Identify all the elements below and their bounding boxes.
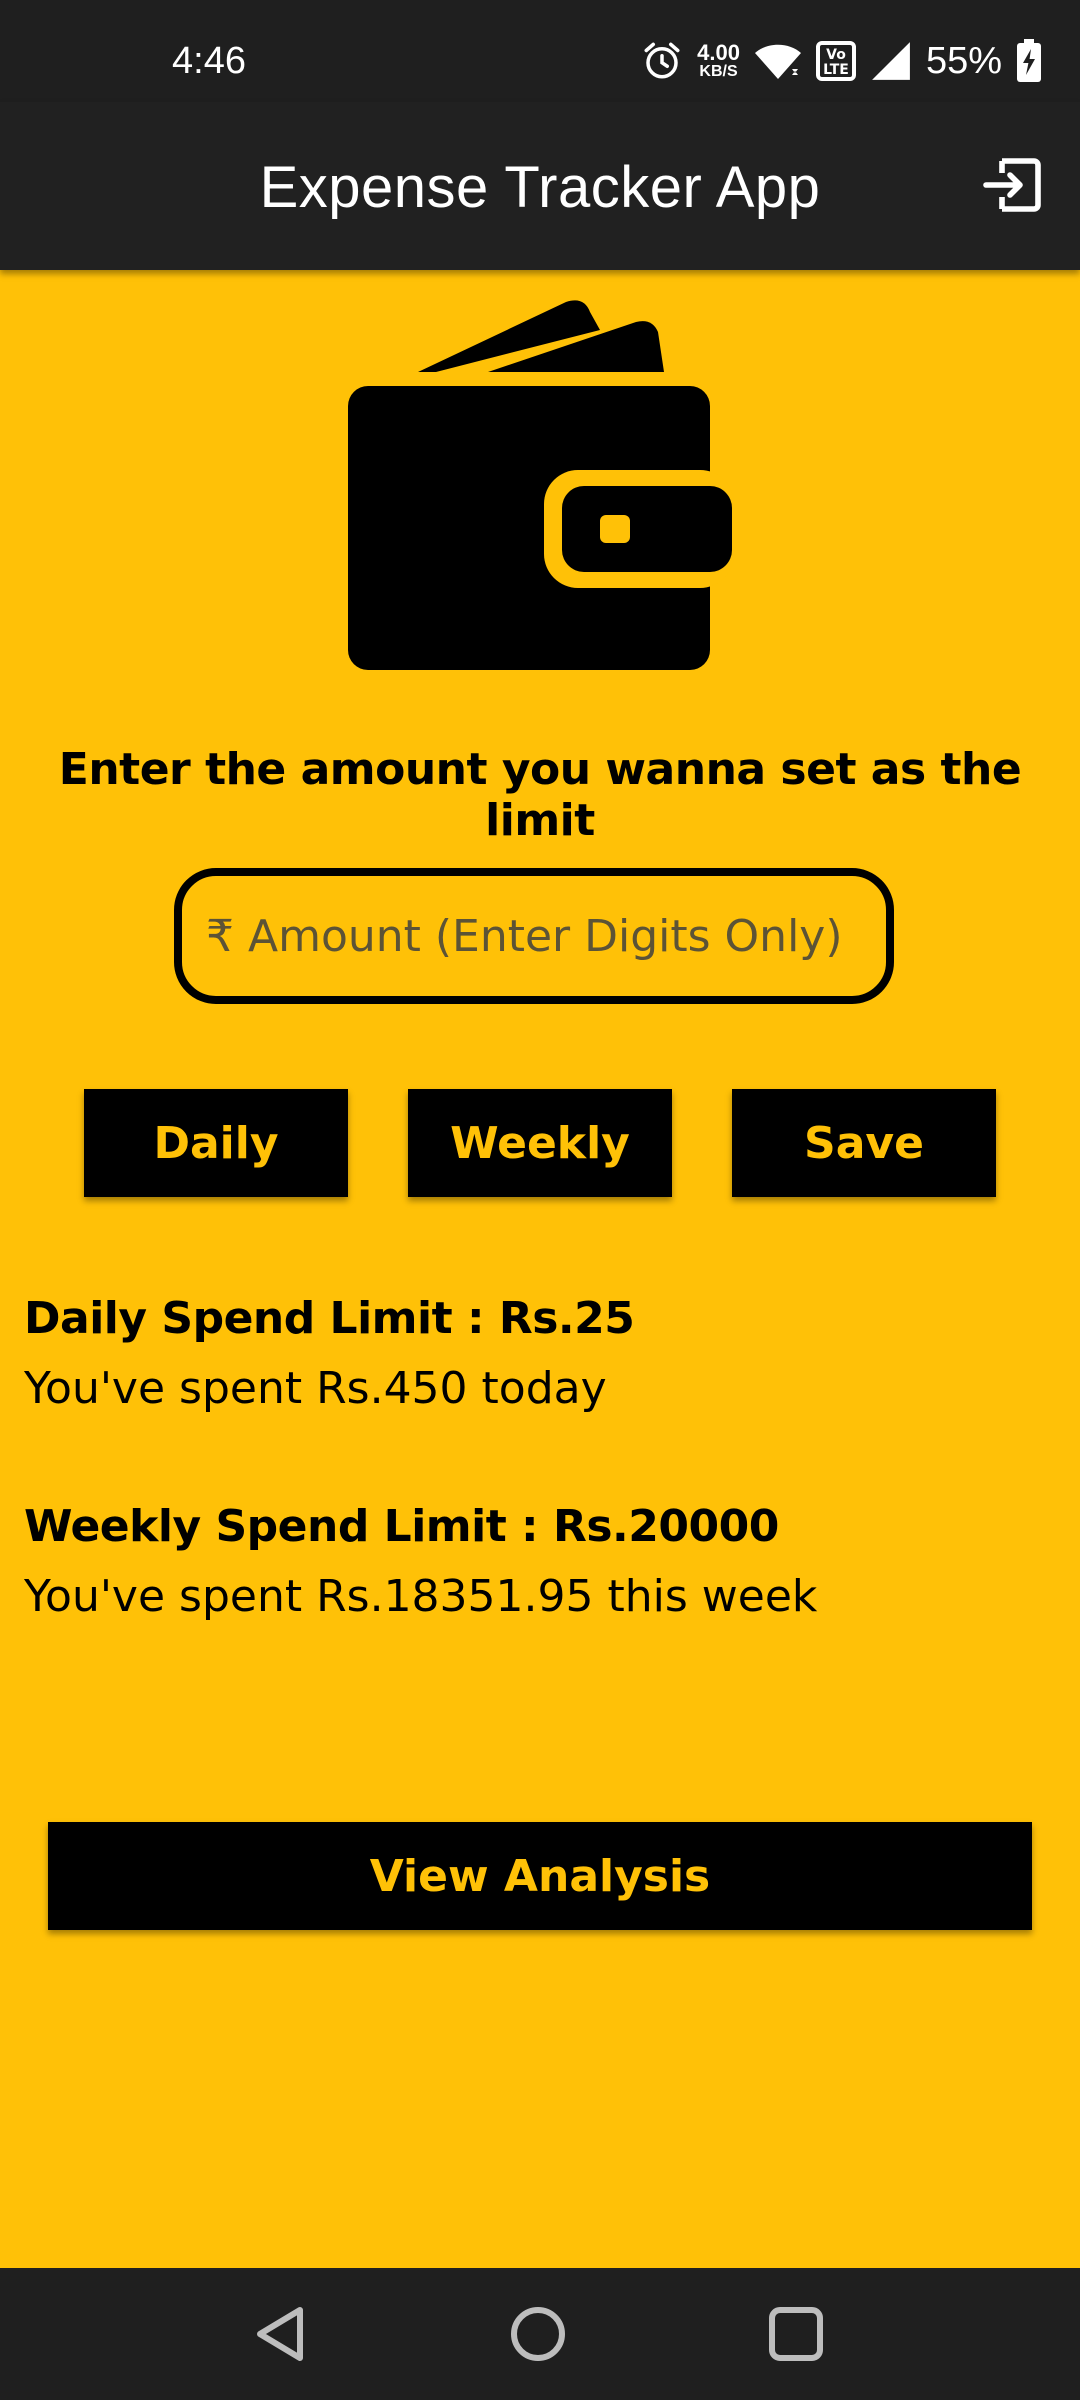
amount-input[interactable] <box>174 868 894 1004</box>
recents-icon[interactable] <box>764 2302 828 2366</box>
daily-button[interactable]: Daily <box>84 1089 348 1197</box>
logout-icon[interactable] <box>982 156 1042 214</box>
wifi-icon <box>754 44 801 79</box>
wallet-icon <box>348 300 734 670</box>
weekly-limit-section: Weekly Spend Limit : Rs.20000 You've spe… <box>24 1492 817 1632</box>
network-speed: 4.00 KB/S <box>697 42 740 80</box>
limit-prompt: Enter the amount you wanna set as the li… <box>58 744 1022 846</box>
weekly-spent-text: You've spent Rs.18351.95 this week <box>24 1571 818 1622</box>
weekly-button[interactable]: Weekly <box>408 1089 672 1197</box>
app-title: Expense Tracker App <box>259 155 821 220</box>
app-bar: Expense Tracker App <box>0 102 1080 270</box>
daily-limit-label: Daily Spend Limit : Rs.25 <box>24 1293 635 1344</box>
period-button-row: Daily Weekly Save <box>0 1089 1080 1197</box>
network-speed-value: 4.00 <box>697 40 740 65</box>
daily-limit-section: Daily Spend Limit : Rs.25 You've spent R… <box>24 1284 635 1424</box>
daily-spent-text: You've spent Rs.450 today <box>24 1363 607 1414</box>
status-time: 4:46 <box>172 40 246 82</box>
signal-icon <box>872 42 910 80</box>
status-bar: 4:46 4.00 KB/S Vo LTE 55% <box>0 0 1080 102</box>
svg-text:LTE: LTE <box>823 62 849 78</box>
alarm-icon <box>644 42 680 79</box>
battery-charging-icon <box>1017 39 1041 82</box>
home-icon[interactable] <box>506 2302 570 2366</box>
navigation-bar <box>0 2268 1080 2400</box>
network-speed-unit: KB/S <box>699 63 738 80</box>
back-icon[interactable] <box>248 2302 312 2366</box>
volte-icon: Vo LTE <box>815 41 856 81</box>
weekly-limit-label: Weekly Spend Limit : Rs.20000 <box>24 1501 779 1552</box>
battery-percent: 55% <box>925 40 1002 82</box>
svg-text:Vo: Vo <box>826 47 846 63</box>
status-icons: 4.00 KB/S Vo LTE 55% <box>641 36 1042 86</box>
view-analysis-button[interactable]: View Analysis <box>48 1822 1032 1930</box>
save-button[interactable]: Save <box>732 1089 996 1197</box>
